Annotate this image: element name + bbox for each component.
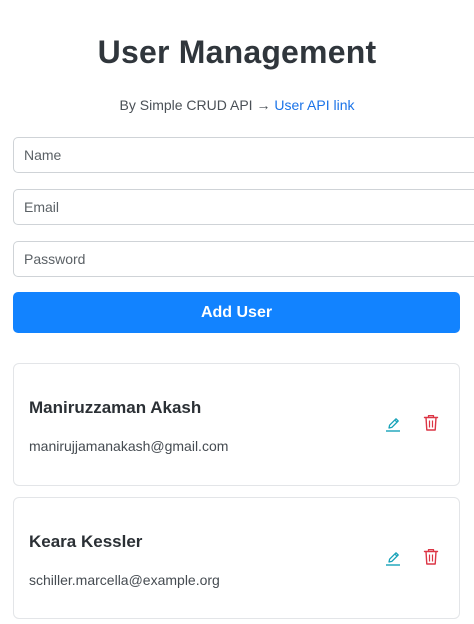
pencil-icon — [386, 418, 400, 432]
name-input[interactable] — [13, 137, 474, 173]
user-name: Maniruzzaman Akash — [29, 398, 202, 417]
user-card: Keara Kessler schiller.marcella@example.… — [13, 497, 460, 619]
page-title: User Management — [97, 34, 377, 70]
user-name: Keara Kessler — [29, 532, 143, 551]
edit-user-button[interactable] — [383, 548, 403, 568]
add-user-button[interactable]: Add User — [13, 292, 460, 333]
user-management-page: User Management By Simple CRUD API → Use… — [0, 0, 474, 624]
email-input[interactable] — [13, 189, 474, 225]
user-email: manirujjamanakash@gmail.com — [29, 438, 229, 454]
trash-icon — [423, 548, 439, 565]
subtitle-text: By Simple CRUD API → — [119, 97, 271, 113]
user-api-link[interactable]: User API link — [274, 97, 354, 113]
user-email: schiller.marcella@example.org — [29, 572, 220, 588]
trash-icon — [423, 414, 439, 431]
edit-user-button[interactable] — [383, 414, 403, 434]
user-card: Maniruzzaman Akash manirujjamanakash@gma… — [13, 363, 460, 486]
pencil-icon — [386, 552, 400, 566]
delete-user-button[interactable] — [421, 413, 441, 433]
page-subtitle: By Simple CRUD API → User API link — [0, 97, 474, 113]
delete-user-button[interactable] — [421, 547, 441, 567]
password-input[interactable] — [13, 241, 474, 277]
